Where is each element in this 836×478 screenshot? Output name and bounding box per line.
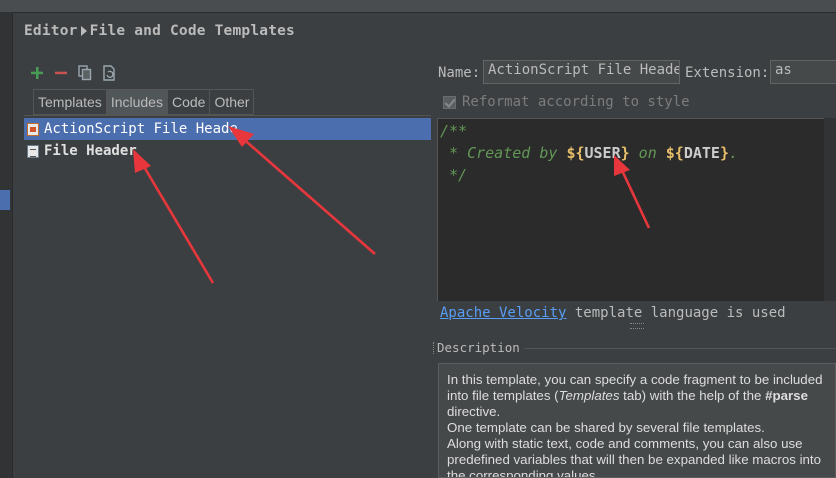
extension-field[interactable]: as <box>770 60 836 84</box>
editor-line-1: /** <box>440 122 468 140</box>
breadcrumb-editor: Editor <box>24 23 78 39</box>
breadcrumb-file-and-code-templates: File and Code Templates <box>89 23 295 39</box>
description-paragraph-2: One template can be shared by several fi… <box>447 420 765 435</box>
comment-text: on <box>629 144 666 162</box>
tab-other[interactable]: Other <box>210 89 255 115</box>
templates-toolbar <box>28 63 118 83</box>
description-header: Description <box>433 340 520 355</box>
tab-code[interactable]: Code <box>167 89 211 115</box>
template-item-actionscript-file-header[interactable]: ActionScript File Heade <box>24 118 431 140</box>
tabs-underline <box>24 115 431 116</box>
description-paragraph-3: Along with static text, code and comment… <box>447 436 822 478</box>
description-panel: In this template, you can specify a code… <box>438 363 836 478</box>
tab-includes[interactable]: Includes <box>106 89 168 115</box>
settings-tree-edge <box>0 12 13 478</box>
template-list: ActionScript File Heade File Header <box>24 118 431 162</box>
comment-text: . <box>729 144 739 162</box>
minus-icon <box>55 71 67 75</box>
annotation-arrow-2 <box>133 149 215 284</box>
reformat-option: Reformat according to style <box>443 94 690 110</box>
description-paragraph-1: In this template, you can specify a code… <box>447 372 823 419</box>
template-item-label: ActionScript File Heade <box>44 121 238 137</box>
reformat-label: Reformat according to style <box>462 94 690 110</box>
reset-icon <box>103 65 115 81</box>
editor-line-2: * Created by ${USER} on ${DATE}. <box>440 142 836 164</box>
reset-template-button[interactable] <box>100 64 118 82</box>
variable-user: ${USER} <box>566 144 630 162</box>
template-item-label: File Header <box>44 143 137 159</box>
remove-template-button[interactable] <box>52 64 70 82</box>
tab-templates[interactable]: Templates <box>33 89 107 115</box>
breadcrumb-separator-icon <box>80 25 87 36</box>
editor-line-3: */ <box>440 166 468 184</box>
file-icon <box>27 144 39 158</box>
velocity-note-text: template language is used <box>574 305 786 321</box>
template-name-field[interactable]: ActionScript File Heade <box>483 60 680 84</box>
template-code-editor[interactable]: /** * Created by ${USER} on ${DATE}. */ <box>437 118 836 301</box>
extension-label: Extension: <box>685 65 770 81</box>
velocity-note: Apache Velocity template language is use… <box>440 305 786 321</box>
comment-text: * Created by <box>440 144 567 162</box>
breadcrumb: Editor File and Code Templates <box>24 23 295 39</box>
template-item-file-header[interactable]: File Header <box>24 140 431 162</box>
reformat-checkbox[interactable] <box>443 95 456 109</box>
window-top-strip <box>0 0 836 13</box>
copy-icon <box>78 65 92 81</box>
editor-scrollbar[interactable] <box>824 118 836 301</box>
actionscript-file-icon <box>27 122 39 136</box>
splitter-handle[interactable] <box>630 323 644 329</box>
add-template-button[interactable] <box>28 64 46 82</box>
plus-icon <box>31 67 43 79</box>
apache-velocity-link[interactable]: Apache Velocity <box>440 305 566 321</box>
name-label: Name: <box>438 65 481 81</box>
copy-template-button[interactable] <box>76 64 94 82</box>
description-header-line <box>524 348 836 349</box>
template-category-tabs: Templates Includes Code Other <box>33 89 255 115</box>
variable-date: ${DATE} <box>665 144 729 162</box>
settings-tree-selection-marker <box>0 190 10 210</box>
